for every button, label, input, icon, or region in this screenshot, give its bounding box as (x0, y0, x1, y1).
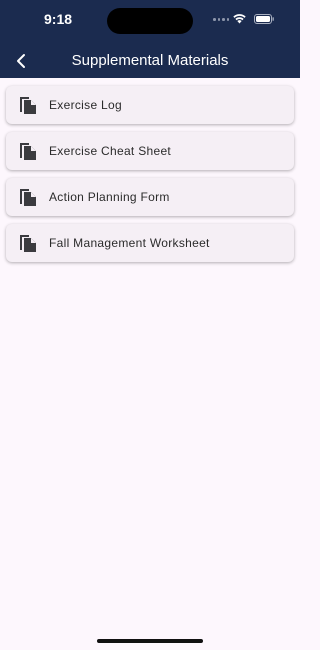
wifi-icon (233, 14, 246, 24)
document-copy-icon (20, 235, 36, 252)
material-label: Exercise Cheat Sheet (49, 144, 172, 158)
document-copy-icon (20, 143, 36, 160)
material-label: Action Planning Form (49, 190, 170, 204)
cellular-signal-icon (213, 18, 229, 21)
material-item-fall-management-worksheet[interactable]: Fall Management Worksheet (6, 224, 294, 262)
document-copy-icon (20, 97, 36, 114)
battery-icon (254, 14, 274, 24)
material-label: Fall Management Worksheet (49, 236, 210, 250)
dynamic-island (107, 8, 193, 34)
navigation-bar: Supplemental Materials (0, 44, 300, 78)
materials-list: Exercise Log Exercise Cheat Sheet Action… (6, 86, 294, 270)
document-copy-icon (20, 189, 36, 206)
status-time: 9:18 (44, 11, 73, 27)
home-indicator[interactable] (97, 639, 203, 643)
material-item-action-planning-form[interactable]: Action Planning Form (6, 178, 294, 216)
material-item-exercise-cheat-sheet[interactable]: Exercise Cheat Sheet (6, 132, 294, 170)
status-bar: 9:18 (0, 0, 300, 40)
page-title: Supplemental Materials (71, 52, 229, 69)
material-item-exercise-log[interactable]: Exercise Log (6, 86, 294, 124)
material-label: Exercise Log (49, 98, 122, 112)
app-header: 9:18 Supplemental Materials (0, 0, 300, 78)
